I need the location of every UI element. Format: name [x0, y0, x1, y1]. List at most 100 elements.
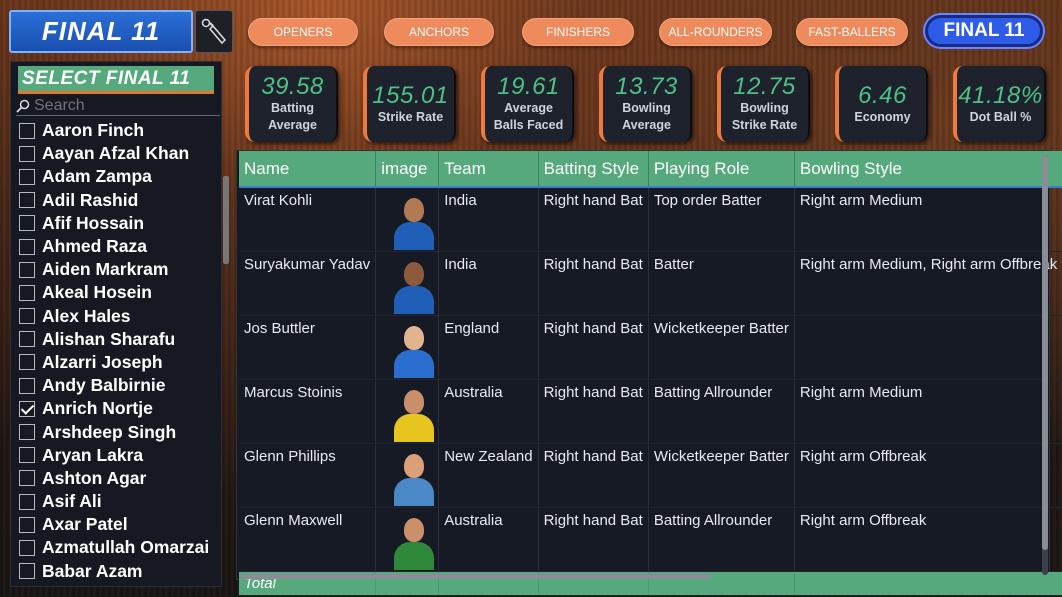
nav-anchors[interactable]: ANCHORS [384, 18, 494, 46]
checkbox[interactable] [19, 284, 35, 301]
checkbox[interactable] [19, 377, 35, 394]
slicer-item[interactable]: Adam Zampa [19, 165, 215, 188]
slicer-item[interactable]: Babar Azam [19, 560, 215, 583]
checkbox[interactable] [19, 308, 35, 325]
slicer-item[interactable]: Anrich Nortje [19, 397, 215, 420]
slicer-item-label: Afif Hossain [42, 212, 145, 233]
slicer-item[interactable]: Ashton Agar [19, 467, 215, 490]
slicer-item[interactable]: Akeal Hosein [19, 281, 215, 304]
col-header-playing-role[interactable]: Playing Role [648, 151, 795, 187]
cell-playing-role: Batting Allrounder [648, 507, 795, 572]
slicer-item[interactable]: Aryan Lakra [19, 444, 215, 467]
col-header-team[interactable]: Team [438, 151, 539, 187]
nav-finishers[interactable]: FINISHERS [522, 18, 634, 46]
slicer-item-label: Ahmed Raza [42, 236, 148, 257]
cell-bowling-style [794, 315, 1062, 380]
checkbox[interactable] [19, 539, 35, 556]
cell-team: England [438, 315, 539, 380]
cell-bowling-style: Right arm Offbreak [794, 507, 1062, 572]
slicer-header: SELECT FINAL 11 [18, 66, 214, 94]
checkbox[interactable] [19, 516, 35, 533]
col-header-image[interactable]: image [375, 151, 440, 187]
table-row[interactable]: Marcus Stoinis Australia Right hand Bat Bat… [239, 379, 1062, 444]
nav-fast-ballers[interactable]: FAST-BALLERS [796, 18, 908, 46]
slicer-item-label: Anrich Nortje [42, 398, 153, 419]
kpi-label: Average [504, 101, 553, 115]
checkbox[interactable] [19, 447, 35, 464]
checkbox[interactable] [19, 493, 35, 510]
cell-batting-style: Right hand Bat [538, 507, 649, 572]
checkbox[interactable] [19, 122, 35, 139]
slicer-item[interactable]: Arshdeep Singh [19, 420, 215, 443]
slicer-item-label: Alishan Sharafu [42, 328, 176, 349]
checkbox[interactable] [19, 238, 35, 255]
slicer-item[interactable]: Alzarri Joseph [19, 351, 215, 374]
search-input[interactable] [34, 96, 204, 115]
nav-final-11[interactable]: FINAL 11 [925, 15, 1043, 47]
slicer-item-label: Akeal Hosein [42, 282, 152, 303]
checkbox[interactable] [19, 354, 35, 371]
table-horizontal-scrollbar[interactable] [241, 574, 711, 579]
checkbox[interactable] [19, 400, 35, 417]
checkbox[interactable] [19, 470, 35, 487]
slicer-item[interactable]: Adil Rashid [19, 189, 215, 212]
cricket-bat-icon[interactable] [195, 10, 233, 53]
table-row[interactable]: Suryakumar Yadav India Right hand Bat Batte… [239, 251, 1062, 316]
slicer-item[interactable]: Axar Patel [19, 513, 215, 536]
slicer-item[interactable]: Andy Balbirnie [19, 374, 215, 397]
cell-batting-style: Right hand Bat [538, 187, 649, 252]
slicer-item[interactable]: Ahmed Raza [19, 235, 215, 258]
checkbox[interactable] [19, 215, 35, 232]
search-icon [16, 99, 30, 113]
table-row[interactable]: Glenn Maxwell Australia Right hand Bat Batt… [239, 507, 1062, 572]
checkbox[interactable] [19, 192, 35, 209]
player-photo [390, 256, 438, 314]
slicer-item[interactable]: Alex Hales [19, 305, 215, 328]
cell-batting-style: Right hand Bat [538, 251, 649, 316]
slicer-item[interactable]: Aaron Finch [19, 119, 215, 142]
kpi-card: 6.46 Economy [835, 66, 928, 142]
kpi-label: Bowling [622, 101, 671, 115]
slicer-item-label: Adam Zampa [42, 166, 152, 187]
col-header-batting-style[interactable]: Batting Style [538, 151, 649, 187]
nav-all-rounders[interactable]: ALL-ROUNDERS [659, 18, 772, 46]
kpi-card: 155.01 Strike Rate [363, 66, 456, 142]
table-row[interactable]: Glenn Phillips New Zealand Right hand Bat W… [239, 443, 1062, 508]
checkbox[interactable] [19, 145, 35, 162]
slicer-item-label: Babar Azam [42, 560, 143, 581]
player-photo [390, 384, 438, 442]
slicer-item[interactable]: Asif Ali [19, 490, 215, 513]
slicer-item[interactable]: Alishan Sharafu [19, 328, 215, 351]
cell-playing-role: Batter [648, 251, 795, 316]
slicer-item-label: Adil Rashid [42, 189, 139, 210]
slicer-item[interactable]: Afif Hossain [19, 212, 215, 235]
col-header-bowling-style[interactable]: Bowling Style [794, 151, 1062, 187]
slicer-item-label: Axar Patel [42, 514, 128, 535]
cell-bowling-style: Right arm Offbreak [794, 443, 1062, 508]
checkbox[interactable] [19, 168, 35, 185]
slicer-item[interactable]: Aayan Afzal Khan [19, 142, 215, 165]
checkbox[interactable] [19, 424, 35, 441]
slicer-search [16, 96, 220, 116]
kpi-card: 12.75 Bowling Strike Rate [717, 66, 810, 142]
slicer-scrollbar[interactable] [223, 176, 229, 264]
cell-bowling-style: Right arm Medium, Right arm Offbreak [794, 251, 1062, 316]
slicer-item[interactable]: Azmatullah Omarzai [19, 536, 215, 559]
table-row[interactable]: Virat Kohli India Right hand Bat Top order … [239, 187, 1062, 252]
kpi-label: Balls Faced [493, 118, 564, 132]
col-header-name[interactable]: Name [239, 151, 377, 187]
nav-openers[interactable]: OPENERS [248, 18, 358, 46]
slicer-item-label: Ashton Agar [42, 467, 147, 488]
table-vertical-scrollbar[interactable] [1042, 155, 1048, 575]
kpi-label: Strike Rate [731, 118, 798, 132]
checkbox[interactable] [19, 563, 35, 580]
checkbox[interactable] [19, 331, 35, 348]
slicer-item[interactable]: Aiden Markram [19, 258, 215, 281]
cell-playing-role: Wicketkeeper Batter [648, 315, 795, 380]
slicer-item-label: Aryan Lakra [42, 444, 144, 465]
checkbox[interactable] [19, 261, 35, 278]
slicer-item-label: Aaron Finch [42, 120, 145, 141]
player-photo [390, 192, 438, 250]
cell-bowling-style: Right arm Medium [794, 379, 1062, 444]
table-row[interactable]: Jos Buttler England Right hand Bat Wicketke… [239, 315, 1062, 380]
